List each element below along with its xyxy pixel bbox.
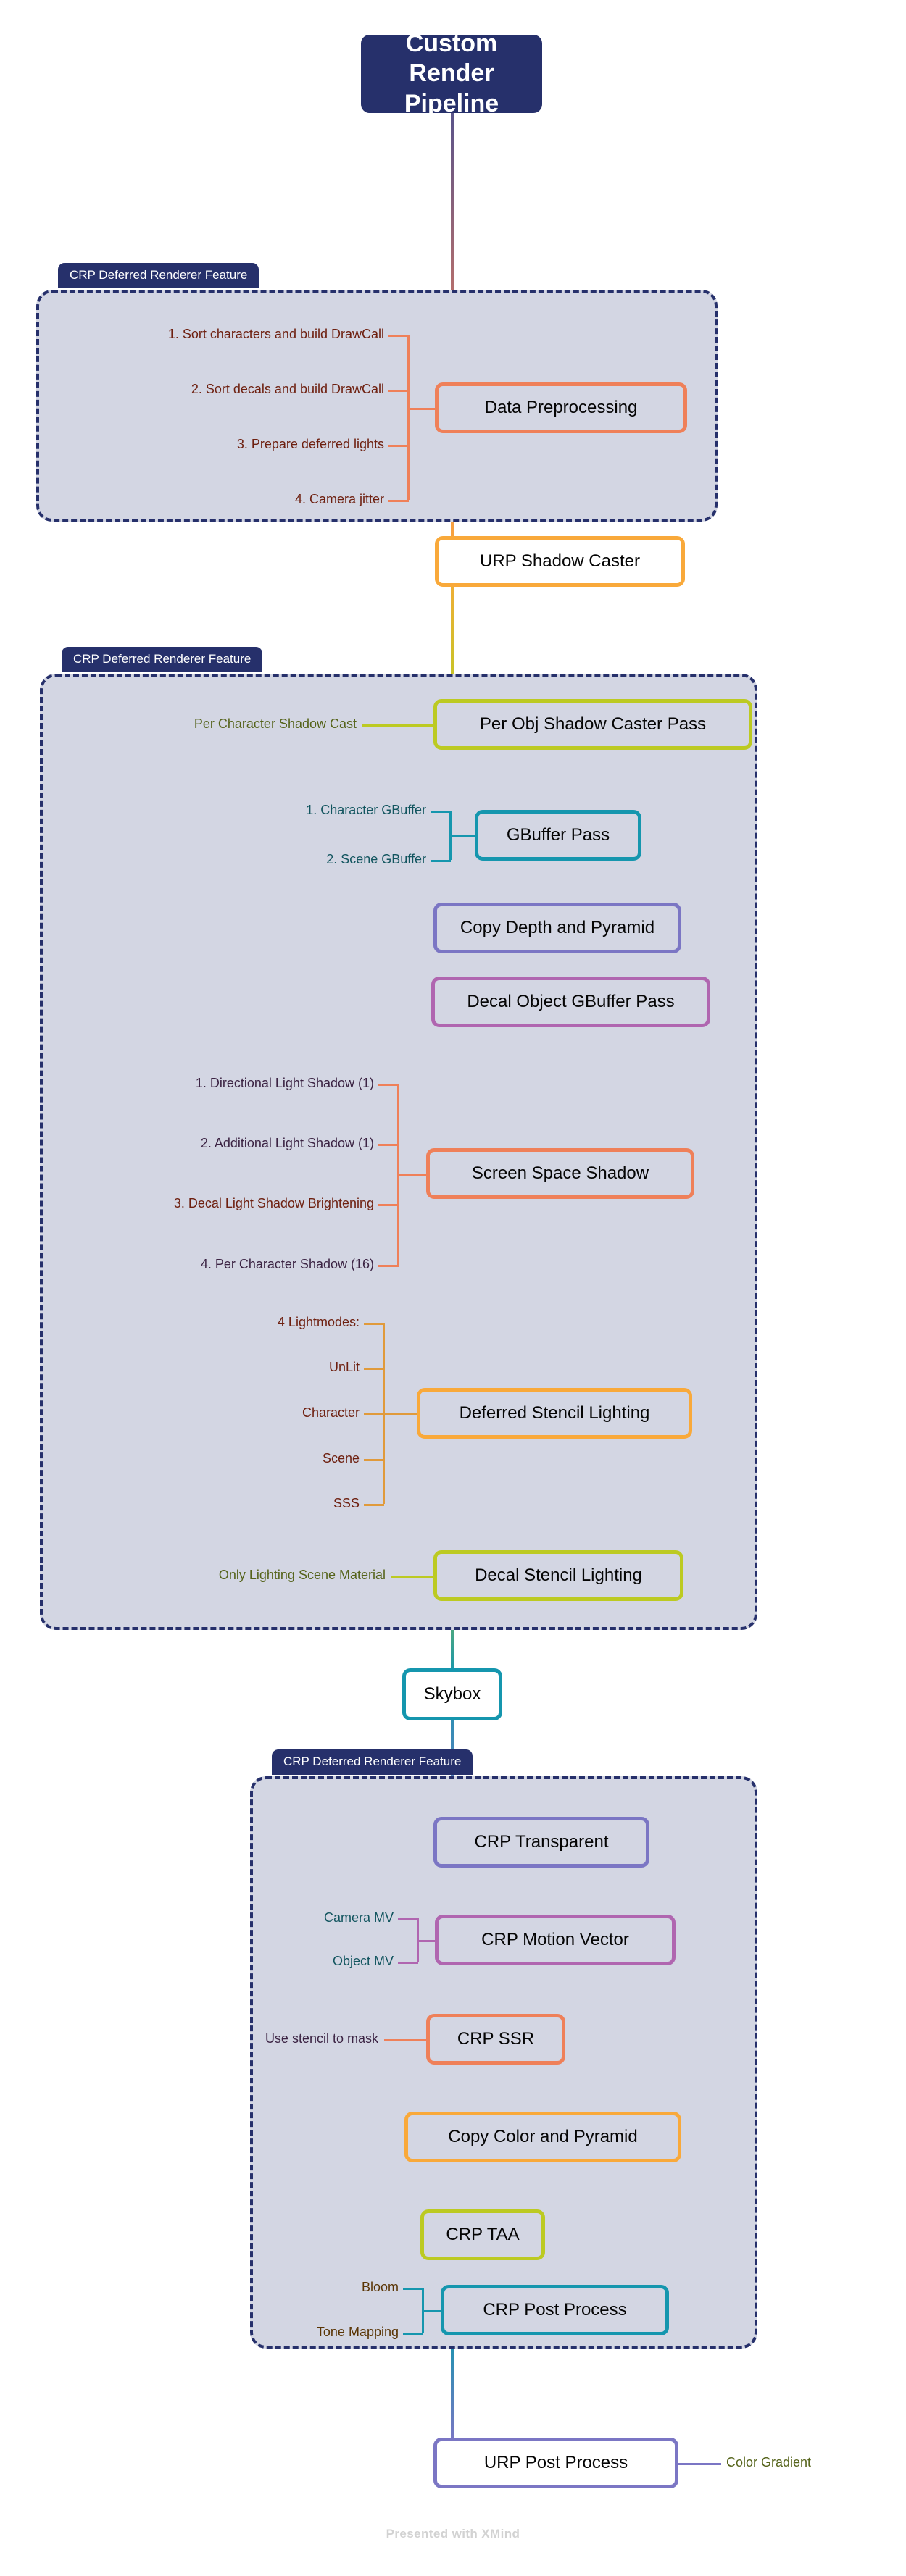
node-per-obj-shadow-caster-pass-label: Per Obj Shadow Caster Pass <box>479 714 707 734</box>
node-screen-space-shadow-label: Screen Space Shadow <box>471 1163 649 1183</box>
group-tab-2-label: CRP Deferred Renderer Feature <box>73 652 252 666</box>
branch-stub-pp-1 <box>403 2333 423 2335</box>
group-tab-1: CRP Deferred Renderer Feature <box>58 263 259 288</box>
node-crp-ssr[interactable]: CRP SSR <box>426 2014 565 2065</box>
footer-attribution: Presented with XMind <box>0 2527 906 2541</box>
node-per-obj-shadow-caster-pass[interactable]: Per Obj Shadow Caster Pass <box>433 699 752 750</box>
node-skybox-label: Skybox <box>423 1684 481 1704</box>
group-tab-3-label: CRP Deferred Renderer Feature <box>283 1755 462 1768</box>
branch-line-perobj <box>362 724 435 727</box>
branch-label-dsl-2: Character <box>302 1405 360 1420</box>
branch-label-pp-1: Tone Mapping <box>316 2325 399 2339</box>
branch-stub-sss-2 <box>378 1204 399 1206</box>
branch-stub-mv-0 <box>398 1918 418 1920</box>
branch-label-urppp-0: Color Gradient <box>726 2455 812 2470</box>
node-gbuffer-pass-label: GBuffer Pass <box>506 825 610 845</box>
branch-label-gb-1: 2. Scene GBuffer <box>326 852 426 866</box>
branch-bracket-data-preprocessing <box>407 335 410 500</box>
branch-label-dsl-1: UnLit <box>328 1360 360 1374</box>
node-crp-taa-label: CRP TAA <box>446 2225 520 2244</box>
branch-join-dp <box>407 408 438 410</box>
branch-label-pp-0: Bloom <box>361 2280 399 2294</box>
node-copy-depth-and-pyramid[interactable]: Copy Depth and Pyramid <box>433 903 681 953</box>
branch-line-dsl2 <box>391 1576 435 1578</box>
branch-label-dp-3: 4. Camera jitter <box>294 492 384 506</box>
branch-stub-dp-3 <box>388 500 409 502</box>
branch-stub-dsl-0 <box>364 1323 384 1325</box>
branch-stub-gb-0 <box>431 811 451 813</box>
branch-label-dp-1: 2. Sort decals and build DrawCall <box>191 382 384 396</box>
branch-join-sss <box>397 1174 429 1176</box>
branch-stub-dp-2 <box>388 445 409 447</box>
node-crp-post-process-label: CRP Post Process <box>483 2300 627 2320</box>
node-decal-object-gbuffer-pass-label: Decal Object GBuffer Pass <box>467 992 675 1011</box>
node-crp-ssr-label: CRP SSR <box>457 2029 535 2049</box>
branch-line-ssr <box>384 2039 428 2041</box>
branch-label-dsl-3: Scene <box>322 1451 360 1465</box>
branch-label-dp-0: 1. Sort characters and build DrawCall <box>167 327 384 341</box>
branch-stub-dsl-2 <box>364 1413 384 1415</box>
branch-label-ssr-0: Use stencil to mask <box>265 2031 378 2046</box>
node-crp-transparent-label: CRP Transparent <box>474 1832 609 1852</box>
node-urp-shadow-caster[interactable]: URP Shadow Caster <box>435 536 685 587</box>
node-data-preprocessing[interactable]: Data Preprocessing <box>435 382 687 433</box>
node-deferred-stencil-lighting-label: Deferred Stencil Lighting <box>459 1403 650 1423</box>
node-copy-color-and-pyramid-label: Copy Color and Pyramid <box>448 2127 638 2146</box>
branch-label-sss-3: 4. Per Character Shadow (16) <box>200 1257 374 1271</box>
branch-stub-dp-1 <box>388 390 409 392</box>
node-deferred-stencil-lighting[interactable]: Deferred Stencil Lighting <box>417 1388 692 1439</box>
group-tab-2: CRP Deferred Renderer Feature <box>62 647 263 672</box>
page-title-text: Custom Render Pipeline <box>404 29 499 117</box>
branch-join-gbuffer <box>449 835 477 837</box>
branch-label-dp-2: 3. Prepare deferred lights <box>236 437 384 451</box>
branch-stub-sss-1 <box>378 1144 399 1146</box>
node-urp-post-process[interactable]: URP Post Process <box>433 2438 678 2488</box>
node-decal-object-gbuffer-pass[interactable]: Decal Object GBuffer Pass <box>431 977 710 1027</box>
branch-label-dsl-4: SSS <box>333 1496 360 1510</box>
branch-label-dsl-0: 4 Lightmodes: <box>277 1315 360 1329</box>
branch-stub-dp-0 <box>388 335 409 337</box>
node-data-preprocessing-label: Data Preprocessing <box>484 398 638 417</box>
node-urp-post-process-label: URP Post Process <box>483 2453 628 2472</box>
node-skybox[interactable]: Skybox <box>402 1668 502 1720</box>
branch-join-mv <box>417 1940 437 1942</box>
branch-label-decal-stencil-0: Only Lighting Scene Material <box>218 1568 386 1582</box>
node-screen-space-shadow[interactable]: Screen Space Shadow <box>426 1148 694 1199</box>
node-decal-stencil-lighting[interactable]: Decal Stencil Lighting <box>433 1550 683 1601</box>
branch-label-sss-1: 2. Additional Light Shadow (1) <box>200 1136 374 1150</box>
node-crp-motion-vector[interactable]: CRP Motion Vector <box>435 1915 676 1965</box>
branch-line-urppp <box>678 2463 721 2465</box>
branch-stub-gb-1 <box>431 860 451 862</box>
node-copy-color-and-pyramid[interactable]: Copy Color and Pyramid <box>404 2112 681 2162</box>
node-crp-post-process[interactable]: CRP Post Process <box>441 2285 669 2335</box>
node-urp-shadow-caster-label: URP Shadow Caster <box>480 551 640 571</box>
diagram-canvas: CRP Deferred Renderer Feature CRP Deferr… <box>0 0 906 2576</box>
node-decal-stencil-lighting-label: Decal Stencil Lighting <box>475 1565 642 1585</box>
node-gbuffer-pass[interactable]: GBuffer Pass <box>475 810 641 861</box>
node-copy-depth-and-pyramid-label: Copy Depth and Pyramid <box>460 918 655 937</box>
node-crp-transparent[interactable]: CRP Transparent <box>433 1817 649 1868</box>
branch-label-perobj-0: Per Character Shadow Cast <box>194 716 357 731</box>
branch-stub-sss-0 <box>378 1084 399 1086</box>
branch-join-dsl <box>383 1413 417 1415</box>
branch-label-gb-0: 1. Character GBuffer <box>306 803 426 817</box>
branch-stub-mv-1 <box>398 1962 418 1964</box>
branch-stub-dsl-1 <box>364 1368 384 1370</box>
node-crp-taa[interactable]: CRP TAA <box>420 2209 545 2260</box>
branch-stub-sss-3 <box>378 1265 399 1267</box>
branch-stub-dsl-4 <box>364 1504 384 1506</box>
branch-stub-pp-0 <box>403 2288 423 2290</box>
branch-label-mv-0: Camera MV <box>323 1910 394 1925</box>
footer-text: Presented with XMind <box>386 2527 520 2541</box>
branch-stub-dsl-3 <box>364 1459 384 1461</box>
branch-label-sss-2: 3. Decal Light Shadow Brightening <box>173 1196 374 1210</box>
node-crp-motion-vector-label: CRP Motion Vector <box>481 1930 629 1949</box>
group-tab-1-label: CRP Deferred Renderer Feature <box>70 268 248 282</box>
group-tab-3: CRP Deferred Renderer Feature <box>272 1749 473 1775</box>
branch-label-sss-0: 1. Directional Light Shadow (1) <box>195 1076 374 1090</box>
branch-label-mv-1: Object MV <box>332 1954 394 1968</box>
page-title: Custom Render Pipeline <box>361 30 542 117</box>
